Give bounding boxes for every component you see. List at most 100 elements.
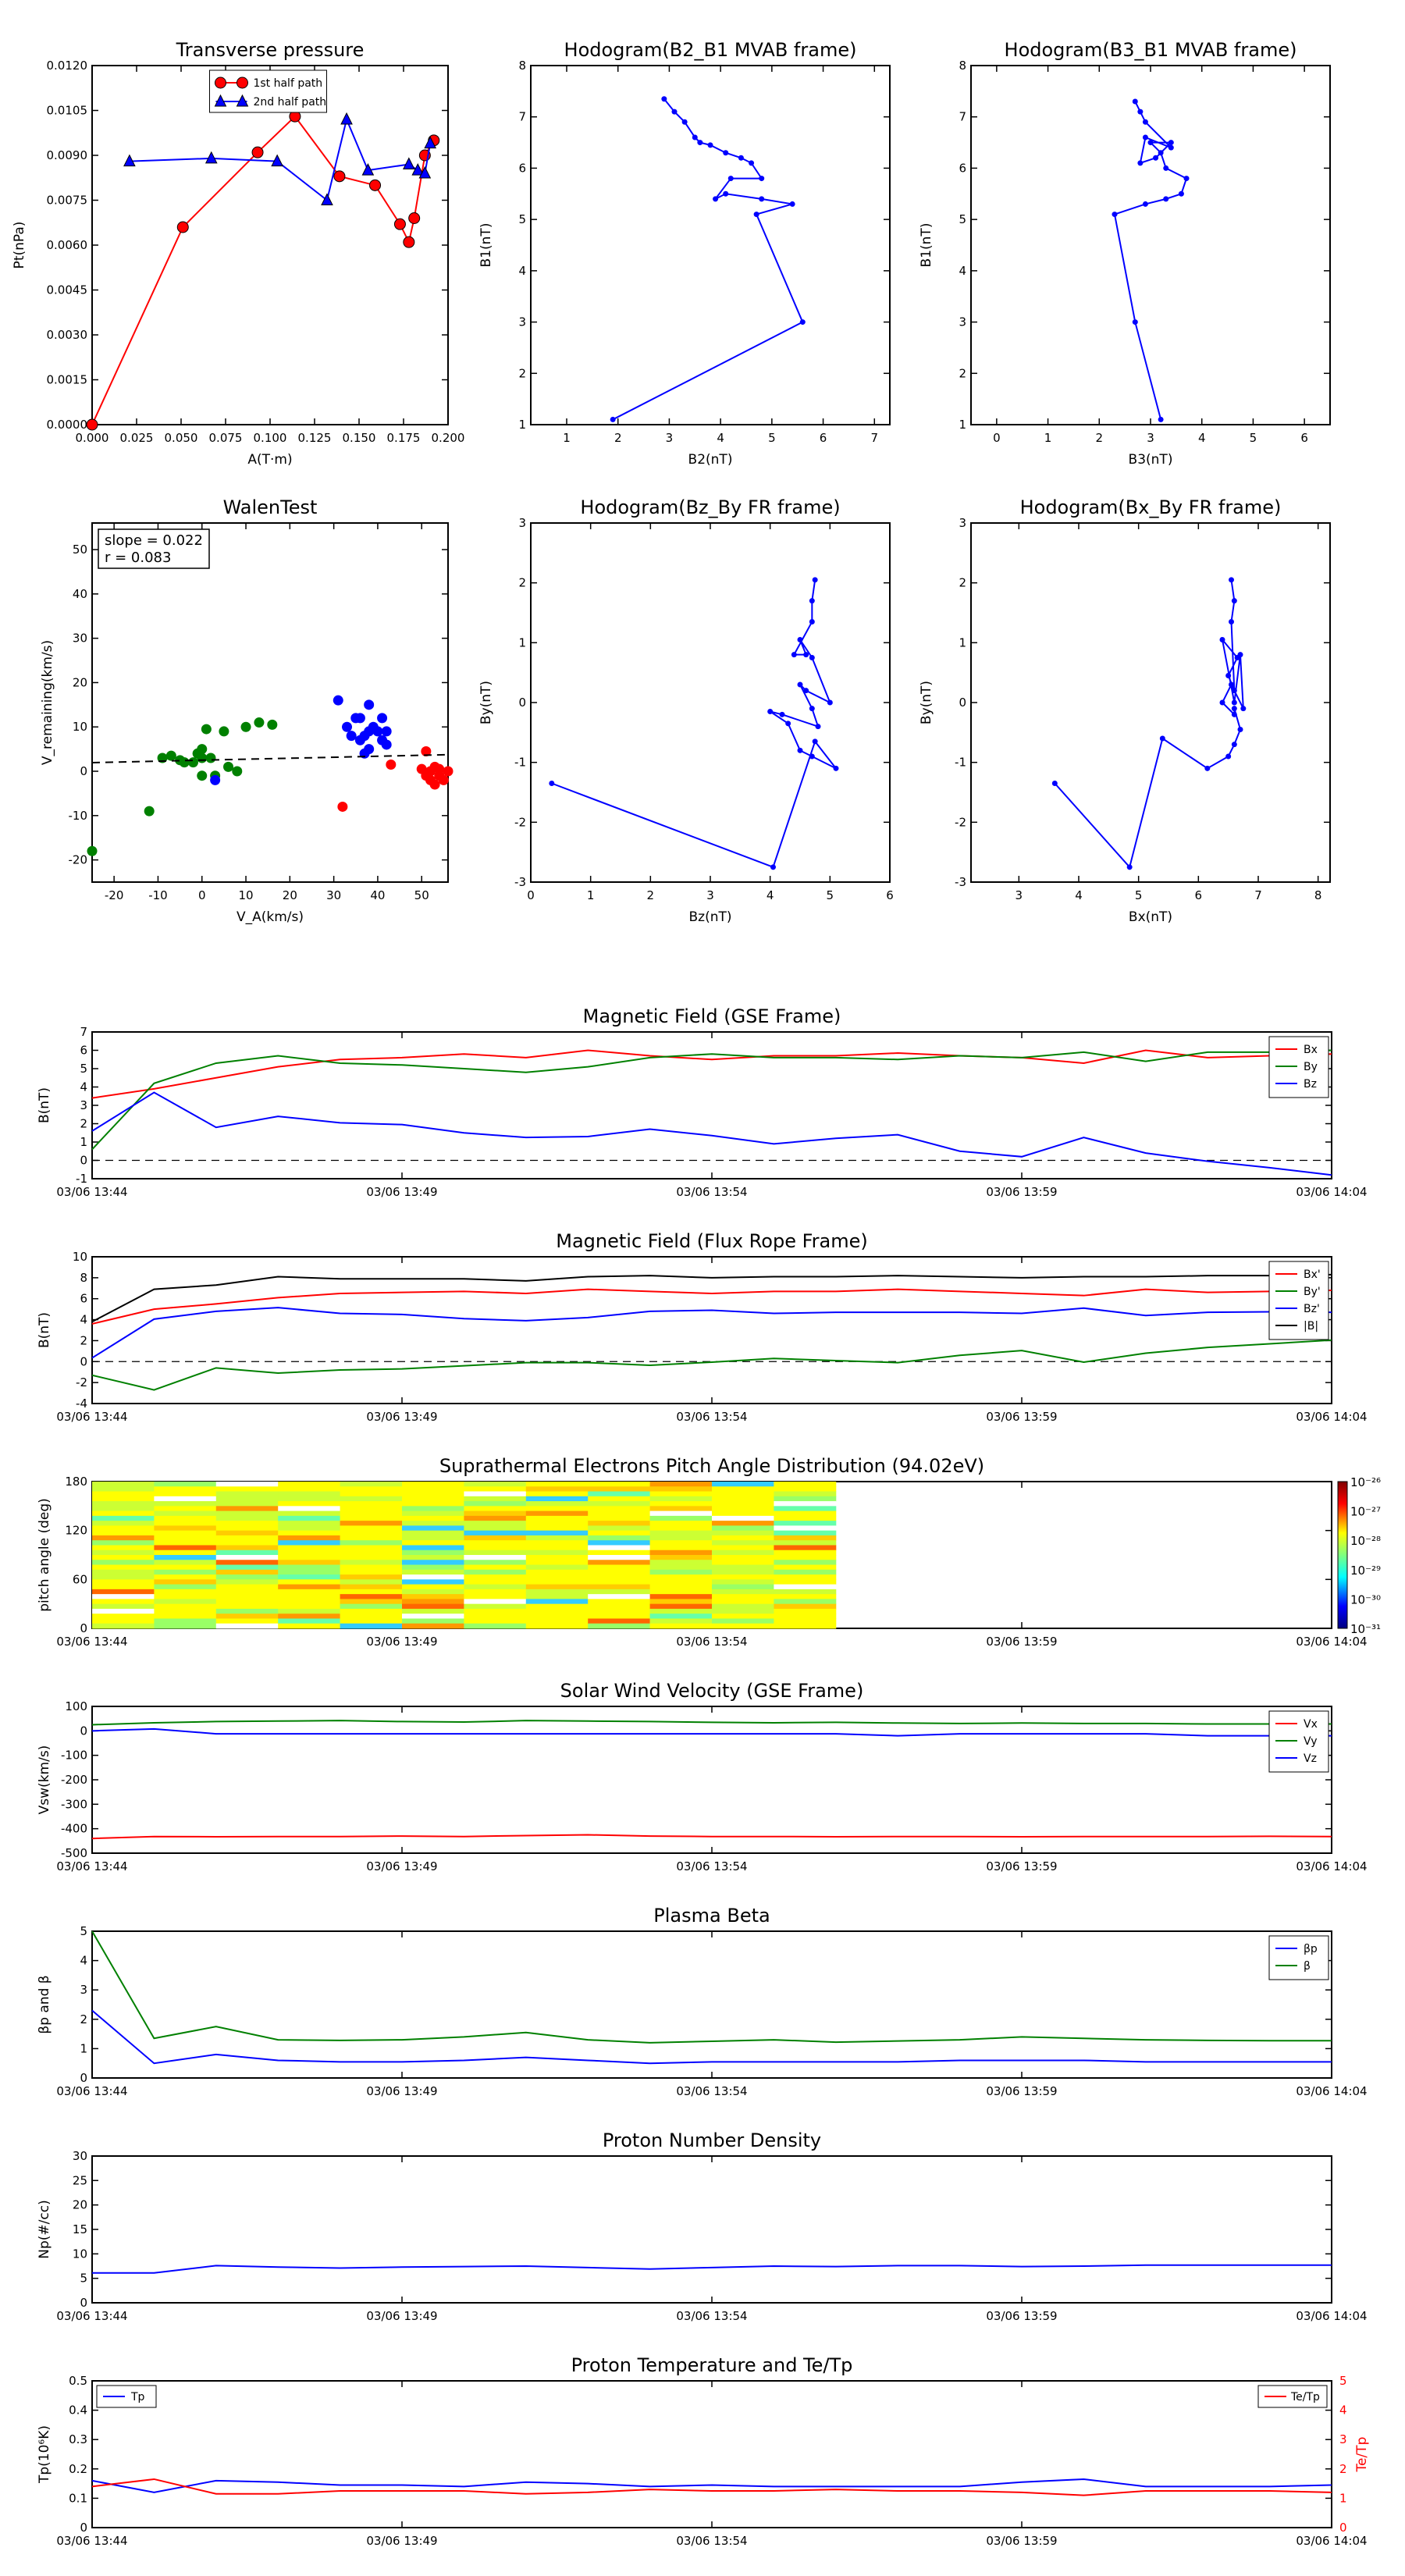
h4-s0-point: [1229, 619, 1234, 624]
ts7-xtick-label: 03/06 13:54: [676, 2534, 747, 2548]
ts3-cell: [649, 1608, 713, 1614]
tp-legend-point: [236, 76, 248, 89]
ts3-cell: [154, 1550, 217, 1556]
ts3-cell: [215, 1535, 279, 1541]
ts3-cell: [525, 1579, 589, 1585]
ts3-cell: [712, 1569, 774, 1575]
ts3-cell: [649, 1618, 713, 1624]
ts3-cell: [588, 1530, 651, 1536]
ts3-cell: [278, 1623, 341, 1629]
h3-ytick-label: -3: [514, 875, 526, 889]
ts3-cell: [215, 1521, 279, 1526]
ts3-cell: [588, 1618, 651, 1624]
h1-xtick-label: 1: [563, 431, 571, 445]
ts3-cell: [340, 1555, 403, 1560]
ts3-cell: [774, 1599, 837, 1605]
ts3-cell: [774, 1545, 837, 1551]
ts4-xtick-label: 03/06 14:04: [1296, 1859, 1367, 1873]
ts3-cell: [464, 1584, 527, 1590]
ts3-cell: [649, 1614, 713, 1619]
ts3-cell: [774, 1535, 837, 1541]
ts3-cell: [774, 1550, 837, 1556]
ts5-title: Plasma Beta: [653, 1905, 770, 1927]
ts3-cell: [92, 1540, 155, 1546]
ts4-ytick-label: -400: [61, 1822, 87, 1836]
h4-s0-point: [1225, 753, 1232, 760]
ts1-xtick-label: 03/06 13:49: [366, 1185, 437, 1199]
ts6-xtick-label: 03/06 13:59: [986, 2309, 1057, 2323]
h4-xlabel: Bx(nT): [1129, 909, 1172, 925]
ts3-cell: [525, 1599, 589, 1605]
ts5-xtick-label: 03/06 13:44: [56, 2084, 127, 2098]
walen-s2-point: [434, 763, 445, 774]
h4-ytick-label: -3: [955, 875, 966, 889]
h2-s0-point: [1158, 150, 1164, 156]
ts3-cell: [92, 1574, 155, 1580]
walen-xtick-label: 30: [326, 888, 341, 902]
ts3-cell: [402, 1482, 464, 1487]
h1-xtick-label: 7: [871, 431, 879, 445]
ts3-cell: [464, 1540, 527, 1546]
ts3-cell: [92, 1589, 155, 1595]
ts1-ytick-label: 4: [80, 1080, 87, 1094]
ts3-cell: [712, 1574, 774, 1580]
ts3-cell: [402, 1525, 464, 1532]
ts3-cell: [92, 1510, 155, 1517]
ts3-cell: [215, 1506, 279, 1512]
ts3-cell: [588, 1564, 651, 1571]
ts3-cell: [278, 1614, 341, 1619]
ts1-xtick-label: 03/06 13:59: [986, 1185, 1057, 1199]
ts3-cell: [588, 1623, 651, 1629]
h1-ytick-label: 1: [518, 418, 526, 432]
ts7-ylabel-right: Te/Tp: [1354, 2437, 1370, 2473]
ts3-cell: [649, 1496, 713, 1502]
h1-s0-point: [753, 212, 759, 218]
h4-xtick-label: 8: [1314, 888, 1322, 902]
ts3-cell: [464, 1594, 527, 1599]
ts3-cell: [340, 1506, 403, 1512]
ts1-legend-label: By: [1304, 1061, 1318, 1073]
ts3-cell: [92, 1614, 155, 1619]
tp-xlabel: A(T·m): [247, 452, 292, 468]
ts3-cell: [215, 1564, 279, 1571]
ts3-cell: [215, 1560, 279, 1566]
ts6-ytick-label: 25: [73, 2173, 87, 2187]
ts3-cell: [588, 1594, 651, 1599]
ts3-cell: [588, 1486, 651, 1493]
ts7-xtick-label: 03/06 13:49: [366, 2534, 437, 2548]
ts3-cell: [340, 1540, 403, 1546]
ts3-cell: [402, 1540, 464, 1546]
h2-s0-point: [1132, 98, 1138, 105]
tp-xtick-label: 0.050: [165, 431, 198, 445]
ts3-cell: [464, 1521, 527, 1526]
h2-xtick-label: 3: [1147, 431, 1154, 445]
ts3-cell: [278, 1521, 341, 1526]
ts3-cell: [588, 1579, 651, 1585]
h1-s0-point: [681, 119, 688, 125]
ts3-cell: [649, 1555, 713, 1560]
walen-s0-point: [232, 766, 243, 777]
h3-ylabel: By(nT): [478, 681, 494, 724]
h4-xtick-label: 6: [1195, 888, 1203, 902]
ts3-cell: [278, 1530, 341, 1536]
ts3-cell: [340, 1550, 403, 1556]
ts3-cell: [525, 1491, 589, 1497]
walen-xtick-label: 10: [238, 888, 253, 902]
h4-s0-point: [1231, 699, 1237, 706]
walen-s1-point: [377, 713, 388, 724]
ts3-colorbar: [1337, 1481, 1348, 1629]
ts3-cell: [774, 1525, 837, 1532]
ts3-cell: [92, 1564, 155, 1571]
ts3-cell: [215, 1486, 279, 1493]
ts2-xtick-label: 03/06 13:44: [56, 1410, 127, 1424]
ts3-cell: [525, 1560, 589, 1566]
ts3-cell: [340, 1510, 403, 1517]
ts3-cell: [774, 1515, 837, 1521]
ts4-ylabel: Vsw(km/s): [37, 1745, 52, 1815]
tp-ylabel: Pt(nPa): [12, 222, 27, 269]
ts3-cell: [92, 1584, 155, 1590]
h3-s0-point: [827, 699, 833, 706]
ts3-cell: [154, 1603, 217, 1610]
ts3-cell: [154, 1574, 217, 1580]
h3-ytick-label: 3: [518, 516, 526, 530]
